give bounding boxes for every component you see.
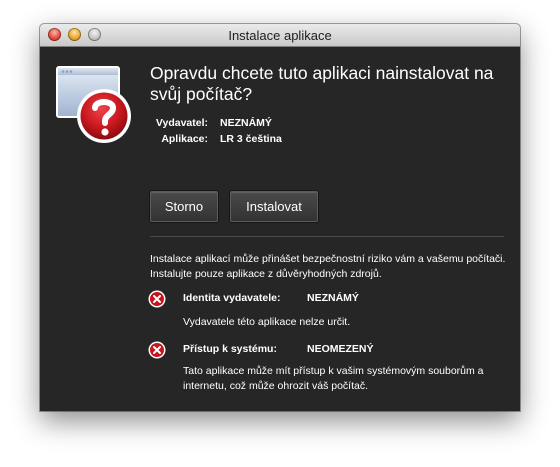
publisher-label: Vydavatel: bbox=[155, 117, 208, 129]
system-access-label: Přístup k systému: bbox=[183, 343, 277, 355]
install-dialog-window: Instalace aplikace Opravdu chcete tuto a… bbox=[40, 24, 520, 411]
install-button[interactable]: Instalovat bbox=[230, 191, 318, 222]
system-access-description: Tato aplikace může mít přístup k vašim s… bbox=[183, 365, 484, 392]
error-x-icon bbox=[148, 341, 166, 359]
app-warning-icon bbox=[56, 66, 131, 143]
divider bbox=[150, 236, 504, 237]
title-bar[interactable]: Instalace aplikace bbox=[40, 24, 520, 47]
publisher-identity-value: NEZNÁMÝ bbox=[307, 292, 359, 304]
cancel-button[interactable]: Storno bbox=[150, 191, 218, 222]
publisher-identity-description: Vydavatele této aplikace nelze určit. bbox=[183, 316, 351, 328]
install-question: Opravdu chcete tuto aplikaci nainstalova… bbox=[150, 63, 494, 104]
application-value: LR 3 čeština bbox=[220, 133, 282, 145]
system-access-value: NEOMEZENÝ bbox=[307, 343, 374, 355]
application-label: Aplikace: bbox=[161, 133, 208, 145]
error-x-icon bbox=[148, 290, 166, 308]
publisher-value: NEZNÁMÝ bbox=[220, 117, 272, 129]
security-warning-text: Instalace aplikací může přinášet bezpečn… bbox=[150, 253, 506, 280]
publisher-identity-label: Identita vydavatele: bbox=[183, 292, 281, 304]
window-title: Instalace aplikace bbox=[228, 28, 332, 43]
